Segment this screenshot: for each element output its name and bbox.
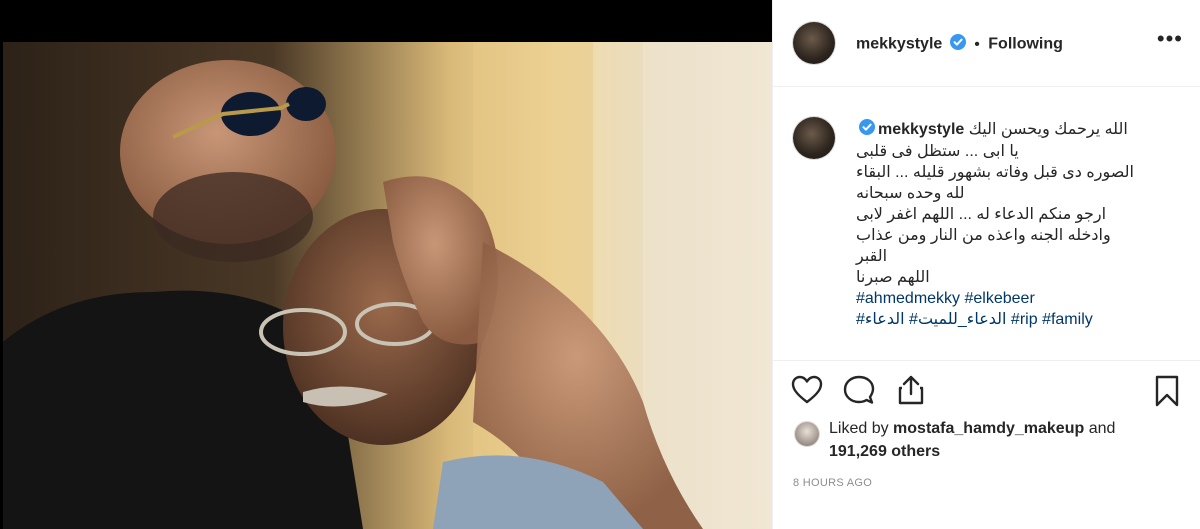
hashtag-link[interactable]: #family [1042,311,1093,328]
likes-count[interactable]: 191,269 others [829,443,940,460]
header-username[interactable]: mekkystyle [856,36,942,53]
likes-prefix: Liked by [829,420,889,437]
caption-text: الله يرحمك ويحسن اليك mekkystyle يا ابى … [856,119,1161,330]
header-user-row: mekkystyle • Following [856,34,1063,55]
comment-icon[interactable] [843,375,875,410]
follow-status-button[interactable]: Following [988,36,1063,53]
hashtag-row: #الدعاء #الدعاء_للميت #rip #family [856,309,1161,330]
caption-line: يا ابى ... ستظل فى قلبى [856,143,1019,160]
liker-avatar[interactable] [795,422,819,446]
post-header: mekkystyle • Following ••• [773,0,1200,87]
hashtag-link[interactable]: #rip [1011,311,1038,328]
share-icon[interactable] [897,374,925,411]
caption-area: الله يرحمك ويحسن اليك mekkystyle يا ابى … [773,87,1200,359]
caption-line: الصوره دى قبل وفاته بشهور قليله ... البق… [856,164,1134,181]
caption-line: ارجو منكم الدعاء له ... اللهم اغفر لابى [856,206,1107,223]
verified-badge-icon [859,119,875,141]
post-media[interactable] [0,0,772,529]
more-options-icon[interactable]: ••• [1157,28,1183,50]
caption-line: القبر [856,248,888,265]
verified-badge-icon [949,34,966,55]
caption-avatar[interactable] [793,117,835,159]
hashtag-link[interactable]: #الدعاء_للميت [909,311,1006,328]
likes-summary: Liked by mostafa_hamdy_makeup and 191,26… [829,417,1115,463]
hashtag-link[interactable]: #ahmedmekky [856,290,960,307]
post-photo[interactable] [3,42,772,529]
hashtag-link[interactable]: #elkebeer [965,290,1035,307]
caption-line: لله وحده سبحانه [856,185,965,202]
caption-line: اللهم صبرنا [856,269,930,286]
bookmark-icon[interactable] [1154,375,1180,412]
caption-first-line: الله يرحمك ويحسن اليك mekkystyle [856,119,1161,141]
liker-username[interactable]: mostafa_hamdy_makeup [893,420,1084,437]
hashtag-row: #ahmedmekky #elkebeer [856,288,1161,309]
caption-username[interactable]: mekkystyle [878,121,964,138]
avatar[interactable] [793,22,835,64]
separator-dot: • [974,35,980,53]
likes-and: and [1088,420,1116,437]
post-side-panel: mekkystyle • Following ••• الله يرحمك وي… [772,0,1200,529]
caption-line: الله يرحمك ويحسن اليك [968,121,1128,139]
heart-icon[interactable] [791,375,823,410]
hashtag-link[interactable]: #الدعاء [856,311,905,328]
post-actions: Liked by mostafa_hamdy_makeup and 191,26… [773,360,1200,509]
photo-illustration [3,42,772,529]
caption-line: وادخله الجنه واعذه من النار ومن عذاب [856,227,1111,244]
post-timestamp[interactable]: 8 HOURS AGO [793,477,872,489]
